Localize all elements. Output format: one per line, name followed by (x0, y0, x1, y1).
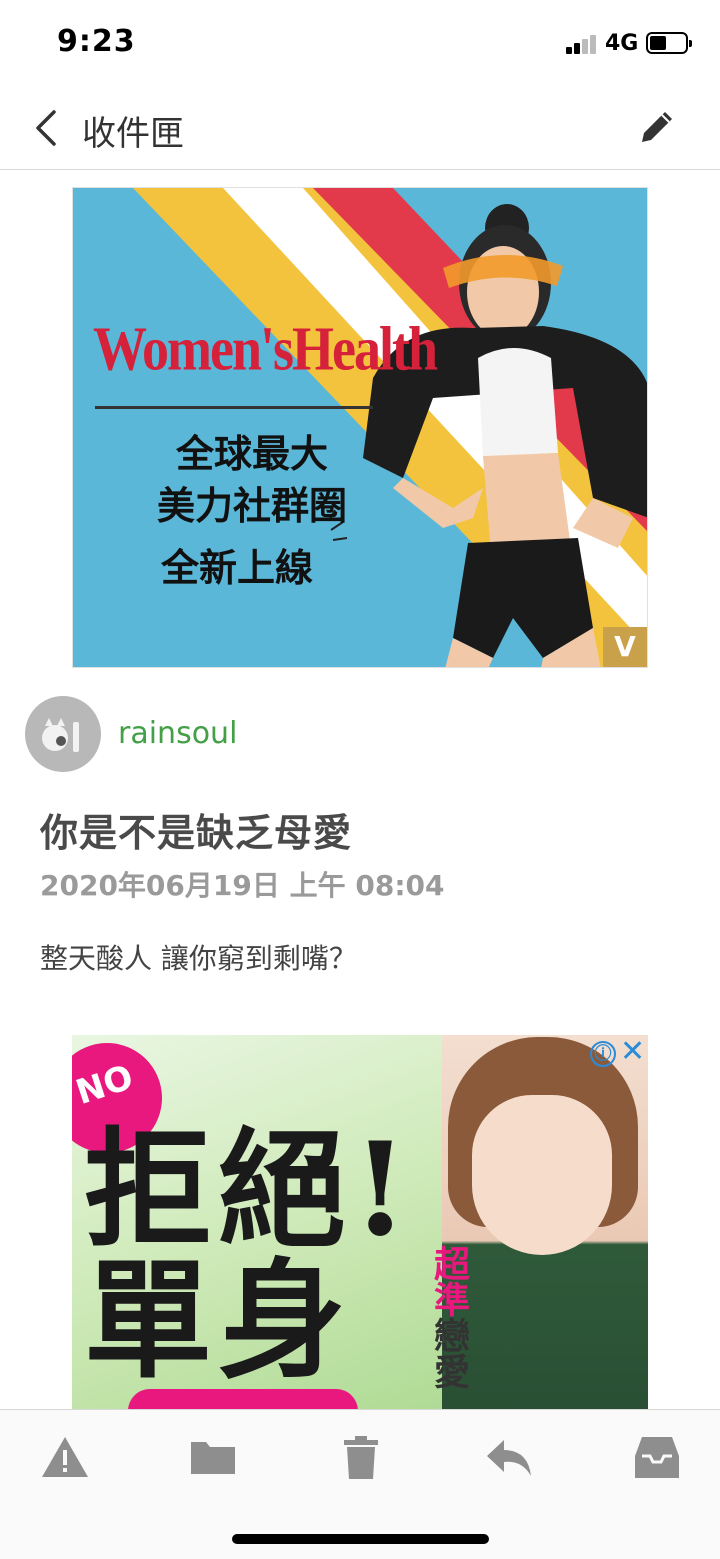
chevron-left-icon[interactable] (30, 108, 60, 148)
status-time: 9:23 (57, 24, 136, 59)
advertisement-banner-top[interactable]: Women'sHealth 全球最大 美力社群圈 全新上線 V (72, 187, 648, 668)
ad-brand-logo: Women'sHealth (93, 314, 438, 384)
email-body: 整天酸人 讓你窮到剩嘴？ (40, 942, 357, 975)
sender-name[interactable]: rainsoul (118, 716, 237, 751)
ad-side-text: 超準戀愛 (424, 1245, 469, 1389)
ad-background-graphic (73, 188, 647, 667)
network-type: 4G (605, 31, 639, 56)
ad-headline: 拒絕! 單身 (84, 1125, 414, 1386)
home-indicator[interactable] (232, 1534, 489, 1544)
ad-side-pink: 超準 (428, 1245, 469, 1317)
email-date: 2020年06月19日 上午 08:04 (40, 869, 445, 902)
advertisement-banner-bottom[interactable]: NO 拒絕! 單身 超準戀愛 ⓘ ✕ (72, 1035, 648, 1409)
ad-cta-button[interactable] (128, 1389, 358, 1409)
reply-icon[interactable] (484, 1434, 534, 1480)
inbox-icon[interactable] (632, 1434, 682, 1480)
ad-slogan-line1: 全球最大 (175, 432, 328, 476)
ad-slogan-line2: 美力社群圈 (156, 484, 347, 528)
email-subject: 你是不是缺乏母愛 (40, 811, 353, 855)
ad-headline-line2: 單身 (84, 1245, 353, 1396)
nav-title-inbox[interactable]: 收件匣 (82, 106, 184, 155)
ad-badge: V (603, 627, 647, 667)
trash-icon[interactable] (336, 1434, 386, 1480)
ad-divider (95, 406, 373, 409)
status-bar: 9:23 4G (0, 0, 720, 88)
warning-icon[interactable] (40, 1434, 90, 1480)
battery-icon (646, 32, 692, 54)
ad-photo-face (472, 1095, 612, 1255)
ad-slogan-line3: 全新上線 (160, 546, 313, 590)
avatar-icon[interactable] (25, 696, 101, 772)
ad-info-icon[interactable]: ⓘ (590, 1041, 616, 1067)
navigation-bar: 收件匣 (0, 88, 720, 170)
ad-side-dark: 戀愛 (428, 1317, 469, 1389)
folder-icon[interactable] (188, 1434, 238, 1480)
pencil-icon[interactable] (636, 106, 676, 148)
ad-close-icon[interactable]: ✕ (620, 1037, 645, 1067)
signal-icon (566, 34, 598, 54)
ad-headline-line1: 拒絕! (84, 1115, 415, 1265)
